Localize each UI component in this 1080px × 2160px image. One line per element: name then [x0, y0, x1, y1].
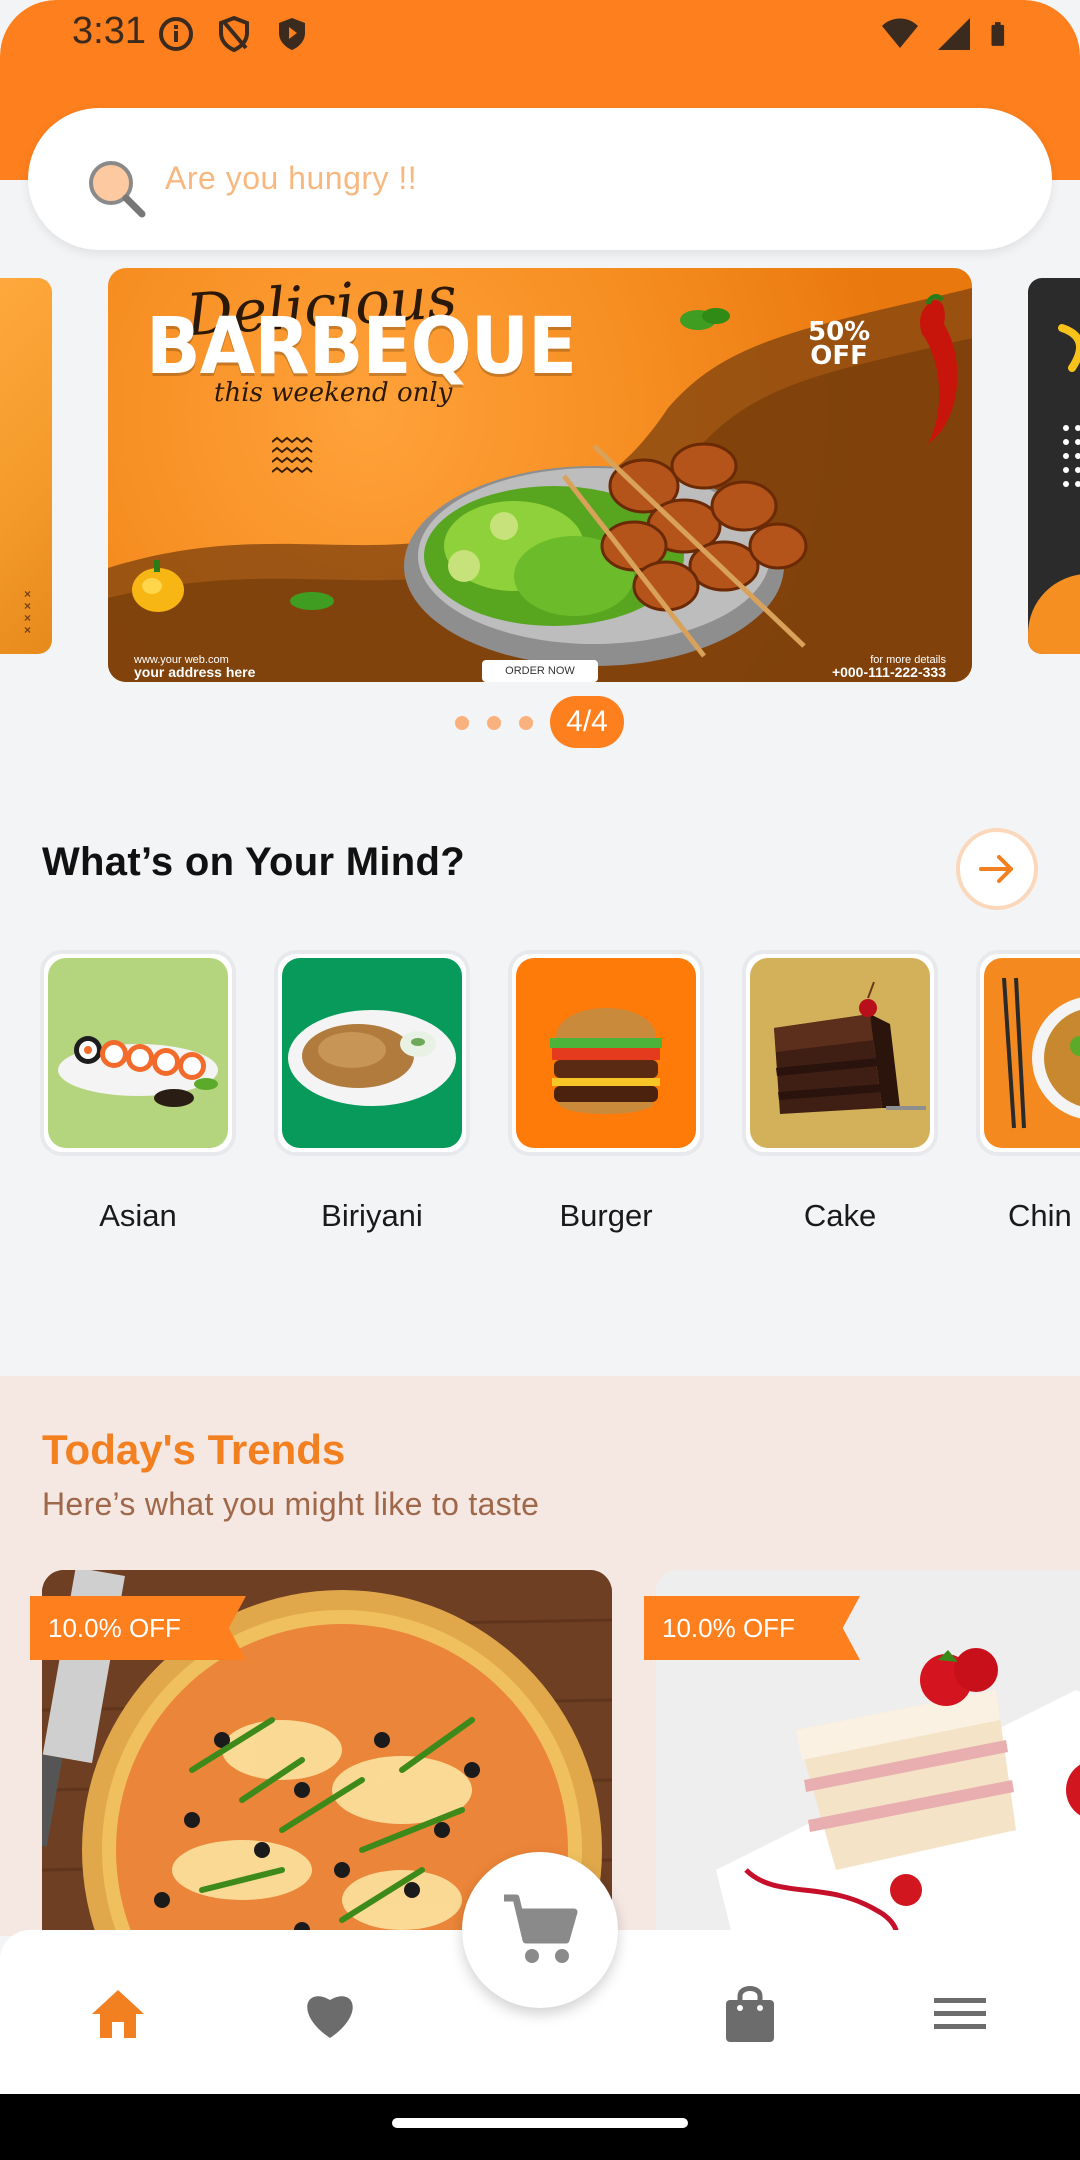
battery-icon — [991, 22, 1005, 46]
nav-orders[interactable] — [718, 1982, 782, 2046]
category-tile[interactable] — [40, 950, 236, 1156]
carousel-counter: 4/4 — [550, 696, 624, 748]
search-bar[interactable]: Are you hungry !! — [28, 108, 1052, 250]
banner-order-now-button[interactable]: ORDER NOW — [482, 660, 598, 682]
category-label: Biriyani — [321, 1198, 423, 1233]
chili-pepper-icon — [920, 294, 958, 444]
home-gesture-handle[interactable] — [392, 2118, 688, 2128]
carousel-slide-next[interactable] — [1028, 278, 1080, 654]
bell-pepper-icon — [132, 560, 184, 612]
promo-carousel[interactable]: × × × × Delicious BARBEQUE this weekend … — [0, 268, 1080, 688]
banner-phone: +000-111-222-333 — [831, 664, 946, 680]
shopping-bag-icon — [726, 1986, 774, 2042]
category-image-biriyani — [282, 958, 462, 1148]
category-label: Chin — [1008, 1198, 1072, 1233]
arrow-right-icon — [979, 855, 1013, 883]
decorative-pattern-icon: × × × × — [24, 587, 32, 637]
mind-section-title: What’s on Your Mind? — [42, 840, 465, 884]
heart-icon — [307, 1996, 353, 2038]
cart-button[interactable] — [462, 1852, 618, 2008]
trend-badge: 10.0% OFF — [644, 1596, 860, 1660]
category-label: Burger — [559, 1198, 653, 1233]
search-input[interactable]: Are you hungry !! — [165, 160, 417, 197]
decorative-shape-icon — [1058, 324, 1080, 372]
shield-icon — [219, 15, 249, 53]
leaf-icon — [680, 308, 730, 330]
category-item-chinese[interactable]: Chin — [976, 950, 1080, 1234]
info-icon — [159, 17, 193, 51]
trends-title: Today's Trends — [42, 1426, 346, 1473]
nav-menu[interactable] — [928, 1982, 992, 2046]
carousel-slide-previous[interactable]: × × × × — [0, 278, 52, 654]
carousel-dot[interactable] — [519, 716, 533, 730]
cart-icon — [504, 1894, 578, 1963]
category-tile[interactable] — [976, 950, 1080, 1156]
banner-discount-off: OFF — [810, 341, 868, 371]
banner-contact-info: for more details +000-111-222-333 — [832, 654, 946, 680]
nav-favorites[interactable] — [298, 1982, 362, 2046]
category-image-asian — [48, 958, 228, 1148]
nav-home[interactable] — [86, 1982, 150, 2046]
category-image-chinese — [984, 958, 1080, 1148]
carousel-dot[interactable] — [487, 716, 501, 730]
category-item-asian[interactable]: Asian — [40, 950, 236, 1234]
banner-web-info: www.your web.com your address here — [134, 654, 255, 680]
status-bar: 3:31 — [0, 0, 1080, 70]
app-screen: 3:31 Are you hungry !! × × × × Delicious… — [0, 0, 1080, 2160]
zigzag-pattern-icon — [272, 436, 313, 474]
bbq-plate-image — [404, 442, 808, 666]
carousel-indicator: 4/4 — [0, 696, 1080, 748]
carousel-slide-bbq-banner[interactable]: Delicious BARBEQUE this weekend only 50%… — [108, 268, 972, 682]
dot-grid-icon — [1063, 425, 1080, 487]
shield-filled-icon — [279, 18, 305, 50]
leaf-small-icon — [290, 592, 334, 610]
biriyani-image — [288, 1010, 456, 1106]
category-list[interactable]: Asian Biriyani Burger Cake Chin — [0, 950, 1080, 1250]
banner-discount: 50% OFF — [808, 319, 870, 371]
wifi-icon — [882, 18, 918, 48]
trends-subtitle: Here’s what you might like to taste — [42, 1486, 540, 1522]
banner-subtitle: this weekend only — [214, 378, 453, 408]
home-icon — [92, 1990, 144, 2038]
category-item-burger[interactable]: Burger — [508, 950, 704, 1234]
signal-icon — [938, 18, 970, 50]
burger-image — [550, 1008, 662, 1114]
menu-icon — [934, 1998, 986, 2029]
sushi-image — [58, 1036, 218, 1107]
banner-address: your address here — [134, 664, 256, 680]
slide-next-corner — [1028, 574, 1080, 654]
category-image-cake — [750, 958, 930, 1148]
category-label: Cake — [803, 1198, 877, 1233]
search-icon — [89, 161, 146, 218]
system-gesture-bar — [0, 2094, 1080, 2160]
mind-section-see-all-button[interactable] — [956, 828, 1038, 910]
category-label: Asian — [99, 1198, 177, 1233]
carousel-dot[interactable] — [455, 716, 469, 730]
status-time: 3:31 — [72, 10, 146, 52]
noodles-image — [1002, 977, 1080, 1129]
category-item-cake[interactable]: Cake — [742, 950, 938, 1234]
category-image-burger — [516, 958, 696, 1148]
category-item-biriyani[interactable]: Biriyani — [274, 950, 470, 1234]
category-tile[interactable] — [508, 950, 704, 1156]
category-tile[interactable] — [274, 950, 470, 1156]
category-tile[interactable] — [742, 950, 938, 1156]
cake-image — [774, 981, 926, 1114]
trend-badge: 10.0% OFF — [30, 1596, 246, 1660]
